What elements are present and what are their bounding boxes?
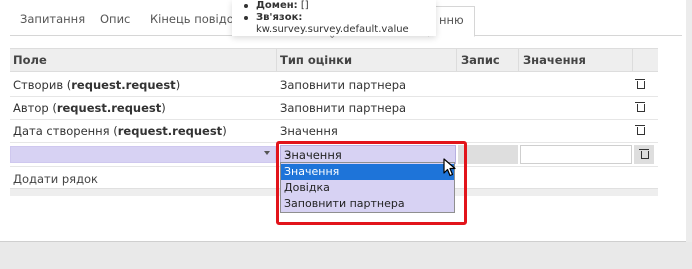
header-field: Поле (13, 53, 47, 67)
record-cell (458, 145, 518, 164)
header-divider (632, 49, 633, 71)
trash-icon[interactable] (635, 102, 645, 112)
grid-header: Поле Тип оцінки Запис Значення (10, 48, 658, 72)
tab-description[interactable]: Опис (100, 12, 130, 26)
table-row[interactable]: Створив (request.request) Заповнити парт… (10, 74, 658, 97)
row-field-tech: request.request (71, 78, 176, 92)
chevron-down-icon: ⌄ (328, 30, 337, 41)
highlight-box (276, 141, 467, 225)
row-field: Автор (request.request) (13, 101, 166, 115)
header-divider (518, 49, 519, 71)
row-field: Дата створення (request.request) (13, 124, 227, 138)
row-field-suffix: ) (222, 124, 227, 138)
trash-icon[interactable] (635, 79, 645, 89)
scroll-strip (686, 0, 692, 242)
row-field-suffix: ) (161, 101, 166, 115)
tab-questions[interactable]: Запитання (20, 12, 85, 26)
tooltip-link-label: Зв'язок: (256, 12, 303, 23)
tab-end-message[interactable]: Кінець повідом (150, 12, 242, 26)
row-field-tech: request.request (56, 101, 162, 115)
row-eval-type: Значення (280, 124, 338, 138)
header-value: Значення (523, 53, 586, 67)
row-field-suffix: ) (175, 78, 181, 92)
tooltip-domain: Домен: [] (242, 0, 436, 12)
header-divider (456, 49, 457, 71)
table-row[interactable]: Автор (request.request) Заповнити партне… (10, 97, 658, 120)
tooltip-domain-value: [] (300, 0, 309, 11)
delete-row-button[interactable] (634, 145, 654, 164)
row-field-prefix: Створив ( (13, 78, 72, 92)
header-divider (276, 49, 277, 71)
header-eval-type: Тип оцінки (280, 53, 353, 67)
add-row-link[interactable]: Додати рядок (13, 172, 98, 186)
table-row[interactable]: Дата створення (request.request) Значенн… (10, 120, 658, 143)
field-tooltip: Домен: [] Зв'язок: kw.survey.survey.defa… (232, 0, 436, 41)
trash-icon (639, 149, 649, 159)
row-field-prefix: Автор ( (13, 101, 57, 115)
row-field-prefix: Дата створення ( (13, 124, 118, 138)
row-eval-type: Заповнити партнера (280, 78, 407, 92)
row-field-tech: request.request (117, 124, 223, 138)
header-record: Запис (461, 53, 500, 67)
caret-down-icon (264, 151, 270, 155)
trash-icon[interactable] (635, 125, 645, 135)
tooltip-domain-label: Домен: (256, 0, 298, 11)
field-select[interactable] (10, 146, 276, 163)
row-field: Створив (request.request) (13, 78, 180, 92)
row-eval-type: Заповнити партнера (280, 101, 407, 115)
value-input[interactable] (520, 145, 632, 164)
tooltip-link: Зв'язок: kw.survey.survey.default.value (242, 12, 436, 36)
pointer-cursor-icon (443, 158, 456, 177)
